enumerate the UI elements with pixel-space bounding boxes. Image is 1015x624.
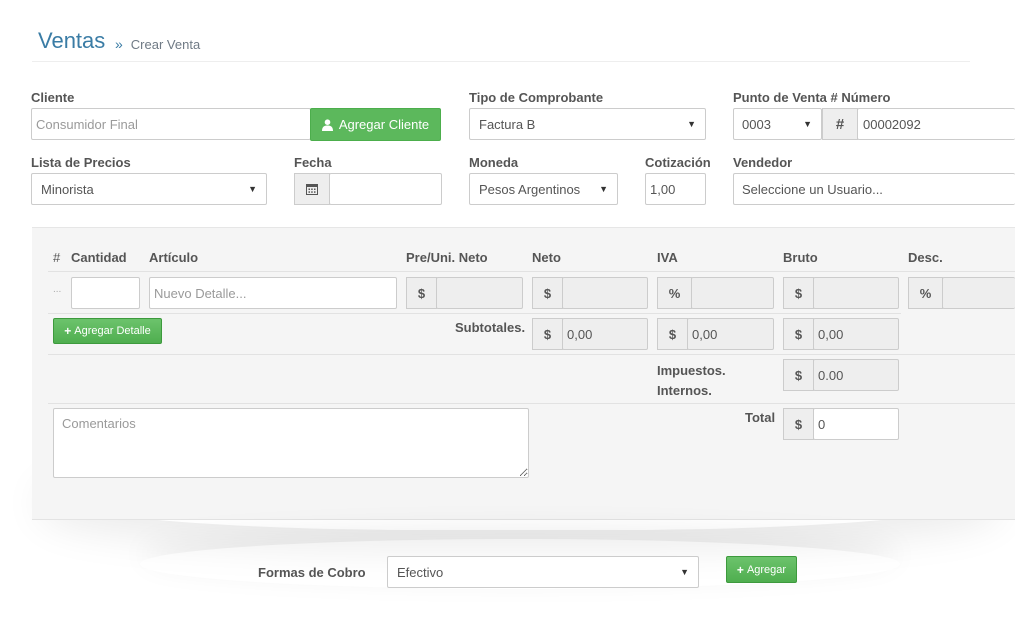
plus-icon: +: [736, 562, 744, 577]
lista-precios-select[interactable]: Minorista ▼: [31, 173, 267, 205]
desc-input[interactable]: [942, 277, 1015, 309]
cantidad-input[interactable]: [71, 277, 140, 309]
chevron-down-icon: ▼: [680, 567, 689, 577]
bruto-currency-addon: $: [783, 277, 814, 309]
iva-input[interactable]: [691, 277, 774, 309]
fecha-label: Fecha: [294, 155, 332, 170]
chevron-down-icon: ▼: [687, 119, 696, 129]
agregar-cobro-button[interactable]: + Agregar: [726, 556, 797, 583]
header-divider: [32, 61, 970, 62]
comentarios-textarea[interactable]: [53, 408, 529, 478]
neto-currency-addon: $: [532, 277, 563, 309]
impuestos-label-line2: Internos.: [657, 383, 712, 398]
neto-input[interactable]: [562, 277, 648, 309]
row-drag-handle[interactable]: ...: [53, 284, 61, 295]
impuestos-internos-value: 0.00: [813, 359, 899, 391]
tipo-comprobante-value: Factura B: [479, 116, 536, 132]
agregar-detalle-button[interactable]: + Agregar Detalle: [53, 318, 162, 344]
breadcrumb: » Crear Venta: [115, 36, 200, 52]
impuestos-internos-label: Impuestos. Internos.: [657, 361, 726, 401]
col-iva-header: IVA: [657, 250, 678, 265]
subtotal-bruto-currency-addon: $: [783, 318, 814, 350]
tipo-comprobante-label: Tipo de Comprobante: [469, 90, 604, 105]
col-num-header: #: [53, 250, 61, 265]
pre-uni-currency-addon: $: [406, 277, 437, 309]
subtotal-neto-currency-addon: $: [532, 318, 563, 350]
formas-cobro-select[interactable]: Efectivo ▼: [387, 556, 699, 588]
punto-venta-value: 0003: [742, 116, 771, 132]
formas-cobro-value: Efectivo: [397, 564, 444, 580]
cotizacion-label: Cotización: [645, 155, 711, 170]
numero-input[interactable]: 00002092: [857, 108, 1015, 140]
col-bruto-header: Bruto: [783, 250, 818, 265]
user-icon: [321, 118, 333, 131]
subtotal-iva-value: 0,00: [687, 318, 774, 350]
hash-addon: #: [822, 108, 858, 140]
moneda-value: Pesos Argentinos: [479, 181, 581, 197]
agregar-cliente-label: Agregar Cliente: [338, 117, 430, 132]
pre-uni-neto-input[interactable]: [436, 277, 523, 309]
agregar-cliente-button[interactable]: Agregar Cliente: [310, 108, 441, 141]
total-label: Total: [745, 410, 776, 425]
calendar-icon: [306, 184, 318, 195]
subtotal-bruto-value: 0,00: [813, 318, 899, 350]
fecha-calendar-addon[interactable]: [294, 173, 330, 205]
col-cantidad-header: Cantidad: [71, 250, 127, 265]
tipo-comprobante-select[interactable]: Factura B ▼: [469, 108, 706, 140]
subtotales-label: Subtotales.: [455, 320, 526, 335]
impuestos-label-line1: Impuestos.: [657, 363, 726, 378]
breadcrumb-current[interactable]: Crear Venta: [131, 37, 200, 52]
impuestos-currency-addon: $: [783, 359, 814, 391]
plus-icon: +: [64, 324, 72, 338]
col-articulo-header: Artículo: [149, 250, 199, 265]
agregar-detalle-label: Agregar Detalle: [74, 325, 151, 337]
lista-precios-value: Minorista: [41, 181, 94, 197]
vendedor-label: Vendedor: [733, 155, 793, 170]
subtotal-iva-currency-addon: $: [657, 318, 688, 350]
total-input[interactable]: 0: [813, 408, 899, 440]
col-neto-header: Neto: [532, 250, 561, 265]
fecha-input[interactable]: [329, 173, 442, 205]
chevron-down-icon: ▼: [803, 119, 812, 129]
header-divider-line: [48, 271, 1015, 272]
agregar-cobro-label: Agregar: [746, 563, 787, 576]
punto-venta-label: Punto de Venta # Número: [733, 90, 891, 105]
subtotal-divider-line: [48, 354, 1015, 355]
punto-venta-select[interactable]: 0003 ▼: [733, 108, 822, 140]
vendedor-select[interactable]: Seleccione un Usuario...: [733, 173, 1015, 205]
total-currency-addon: $: [783, 408, 814, 440]
subtotal-neto-value: 0,00: [562, 318, 648, 350]
cliente-label: Cliente: [31, 90, 75, 105]
cliente-input[interactable]: Consumidor Final: [31, 108, 311, 140]
desc-percent-addon: %: [908, 277, 943, 309]
chevron-down-icon: ▼: [599, 184, 608, 194]
moneda-select[interactable]: Pesos Argentinos ▼: [469, 173, 618, 205]
iva-percent-addon: %: [657, 277, 692, 309]
lista-precios-label: Lista de Precios: [31, 155, 131, 170]
breadcrumb-separator: »: [115, 36, 123, 52]
bruto-input[interactable]: [813, 277, 899, 309]
col-pre-uni-neto-header: Pre/Uni. Neto: [406, 250, 488, 265]
moneda-label: Moneda: [469, 155, 519, 170]
impuestos-divider-line: [48, 403, 1015, 404]
cotizacion-input[interactable]: 1,00: [645, 173, 706, 205]
page-title: Ventas: [38, 28, 106, 53]
formas-cobro-label: Formas de Cobro: [258, 565, 366, 580]
articulo-input[interactable]: Nuevo Detalle...: [149, 277, 397, 309]
row-divider-line: [48, 313, 901, 314]
chevron-down-icon: ▼: [248, 184, 257, 194]
col-desc-header: Desc.: [908, 250, 943, 265]
